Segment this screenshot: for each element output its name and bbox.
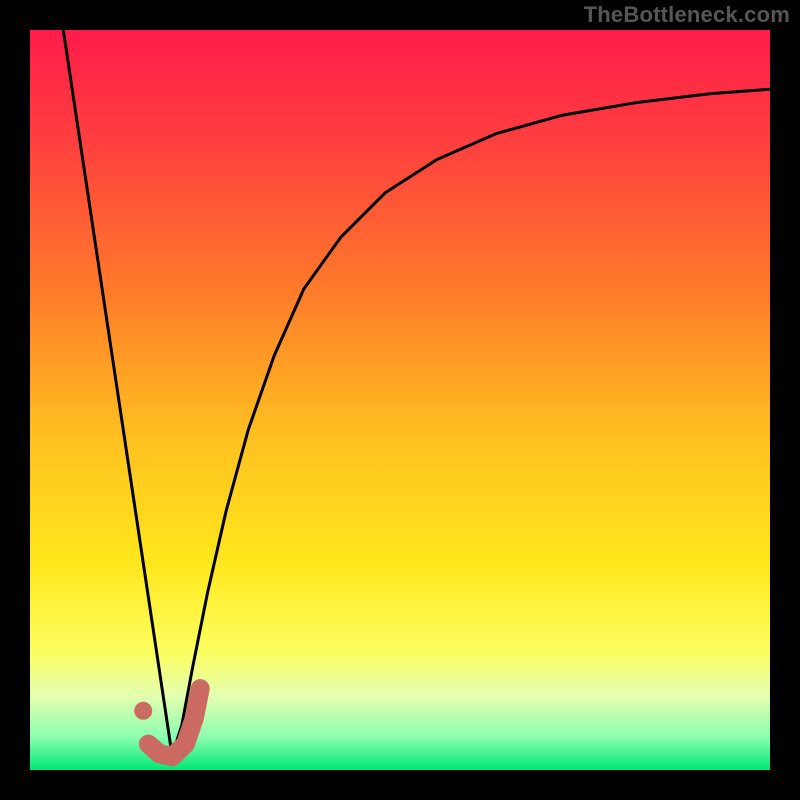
bottleneck-chart <box>0 0 800 800</box>
plot-background <box>30 30 770 770</box>
watermark-text: TheBottleneck.com <box>584 2 790 28</box>
chart-frame: { "watermark": "TheBottleneck.com", "cha… <box>0 0 800 800</box>
j-dot <box>134 702 152 720</box>
